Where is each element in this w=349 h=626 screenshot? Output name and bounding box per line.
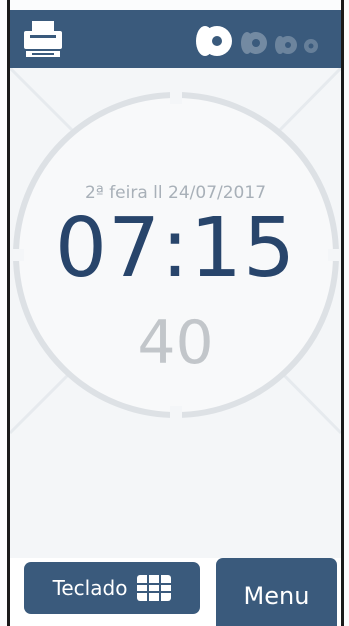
keypad-grid-icon [137, 575, 172, 601]
keyboard-button[interactable]: Teclado [24, 562, 200, 614]
bottom-bar: Teclado Menu [10, 558, 341, 626]
clock-panel: 2ª feira ll 24/07/2017 07:15 40 [10, 68, 341, 558]
paper-roll-icon-dim [241, 32, 267, 54]
status-bar [10, 10, 341, 68]
time-display: 07:15 [54, 201, 297, 296]
printer-icon[interactable] [20, 17, 66, 63]
paper-roll-icon-dim [275, 36, 297, 54]
date-label: 2ª feira ll 24/07/2017 [84, 183, 267, 203]
keyboard-button-label: Teclado [52, 576, 128, 600]
paper-roll-icon-dim [304, 39, 318, 53]
screen-border-right [341, 0, 344, 626]
menu-button[interactable]: Menu [216, 558, 337, 626]
paper-rolls-indicator [196, 26, 318, 56]
device-screen: 2ª feira ll 24/07/2017 07:15 40 Teclado … [0, 0, 349, 626]
paper-roll-icon-active [196, 26, 232, 56]
menu-button-label: Menu [243, 582, 310, 610]
seconds-display: 40 [137, 308, 214, 378]
